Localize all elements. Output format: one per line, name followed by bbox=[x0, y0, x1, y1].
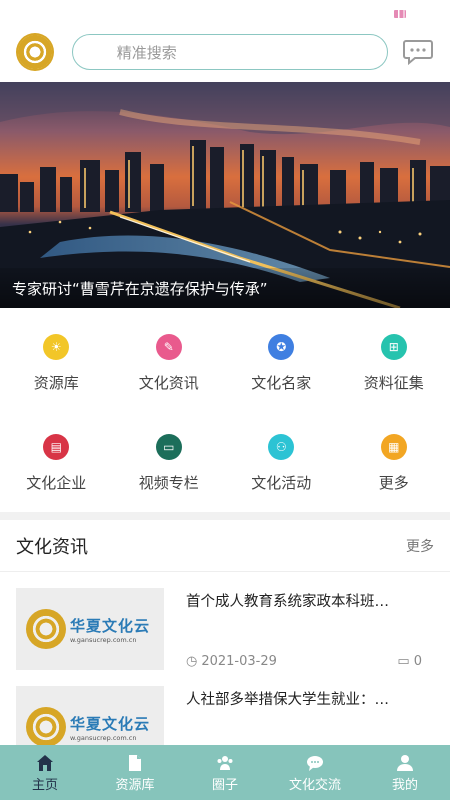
thumbnail-brand-name: 华夏文化云 bbox=[70, 616, 151, 635]
document-icon: ▤ bbox=[43, 434, 70, 460]
news-thumbnail: 华夏文化云 w.gansucrep.com.cn bbox=[16, 588, 164, 670]
grid-label: 文化活动 bbox=[251, 474, 312, 492]
bottom-tab-bar: 主页 资源库 圈子 文化交流 我的 bbox=[0, 745, 450, 800]
sun-icon: ☀ bbox=[43, 334, 70, 360]
news-section-title: 文化资讯 bbox=[16, 536, 88, 558]
banner-carousel[interactable]: 专家研讨“曹雪芹在京遗存保护与传承” bbox=[0, 82, 450, 308]
news-item-comments: 0 bbox=[413, 654, 422, 669]
tab-label: 我的 bbox=[391, 778, 418, 793]
tab-circle[interactable]: 圈子 bbox=[180, 745, 270, 800]
header: 精准搜索 bbox=[0, 22, 450, 82]
news-item-title: 首个成人教育系统家政本科班… bbox=[186, 594, 389, 610]
status-indicator-icon bbox=[394, 10, 406, 18]
medal-icon: ✪ bbox=[268, 334, 295, 360]
tab-label: 文化交流 bbox=[288, 778, 341, 793]
grid-item-culture-enterprise[interactable]: ▤ 文化企业 bbox=[0, 418, 113, 518]
section-divider bbox=[0, 512, 450, 520]
thumbnail-brand-name: 华夏文化云 bbox=[70, 714, 151, 733]
feature-grid: ☀ 资源库 ✎ 文化资讯 ✪ 文化名家 ⊞ 资料征集 ▤ 文化企业 ▭ 视频专栏… bbox=[0, 318, 450, 518]
user-icon bbox=[396, 752, 414, 774]
grid-item-culture-activities[interactable]: ⚇ 文化活动 bbox=[225, 418, 338, 518]
file-icon bbox=[126, 752, 144, 774]
grid-icon: ▦ bbox=[380, 434, 407, 460]
status-bar bbox=[0, 0, 450, 22]
grid-label: 更多 bbox=[378, 474, 409, 492]
news-list-item[interactable]: 华夏文化云 w.gansucrep.com.cn 首个成人教育系统家政本科班… … bbox=[0, 588, 450, 688]
clock-icon: ◷ bbox=[186, 654, 198, 669]
news-item-title: 人社部多举措保大学生就业：… bbox=[186, 692, 389, 708]
banner-caption: 专家研讨“曹雪芹在京遗存保护与传承” bbox=[0, 268, 450, 308]
brand-logo-icon bbox=[26, 609, 66, 649]
brand-logo-icon bbox=[26, 707, 66, 747]
grid-label: 文化名家 bbox=[251, 374, 312, 392]
news-item-date: 2021-03-29 bbox=[201, 654, 277, 669]
comment-icon: ▭ bbox=[397, 654, 410, 669]
message-icon[interactable] bbox=[402, 39, 434, 66]
grid-label: 资源库 bbox=[33, 374, 79, 392]
search-input[interactable]: 精准搜索 bbox=[71, 34, 388, 70]
home-icon bbox=[36, 752, 54, 774]
grid-item-material-collection[interactable]: ⊞ 资料征集 bbox=[338, 318, 450, 418]
grid-label: 资料征集 bbox=[363, 374, 424, 392]
news-item-meta: ◷ 2021-03-29 ▭ 0 bbox=[186, 654, 422, 669]
grid-label: 视频专栏 bbox=[138, 474, 199, 492]
grid-item-culture-news[interactable]: ✎ 文化资讯 bbox=[113, 318, 226, 418]
tab-label: 资源库 bbox=[115, 778, 155, 793]
grid-item-resource-library[interactable]: ☀ 资源库 bbox=[0, 318, 113, 418]
edit-icon: ✎ bbox=[155, 334, 182, 360]
tab-resource-library[interactable]: 资源库 bbox=[90, 745, 180, 800]
grid-item-more[interactable]: ▦ 更多 bbox=[338, 418, 450, 518]
tab-culture-exchange[interactable]: 文化交流 bbox=[270, 745, 360, 800]
tab-mine[interactable]: 我的 bbox=[360, 745, 450, 800]
collect-icon: ⊞ bbox=[380, 334, 407, 360]
tab-label: 圈子 bbox=[211, 778, 238, 793]
app-root: 精准搜索 专家研讨“曹雪芹在京遗存保护与传承” ☀ 资源库 ✎ 文化资讯 ✪ 文… bbox=[0, 0, 450, 800]
search-placeholder: 精准搜索 bbox=[116, 43, 177, 62]
grid-label: 文化资讯 bbox=[138, 374, 199, 392]
thumbnail-brand-url: w.gansucrep.com.cn bbox=[70, 733, 137, 742]
grid-label: 文化企业 bbox=[26, 474, 87, 492]
news-section-header: 文化资讯 更多 bbox=[0, 520, 450, 572]
grid-item-video-column[interactable]: ▭ 视频专栏 bbox=[113, 418, 226, 518]
news-more-link[interactable]: 更多 bbox=[406, 536, 434, 556]
grid-item-culture-masters[interactable]: ✪ 文化名家 bbox=[225, 318, 338, 418]
chat-icon bbox=[306, 752, 324, 774]
group-icon bbox=[216, 752, 234, 774]
video-icon: ▭ bbox=[155, 434, 182, 460]
thumbnail-brand-url: w.gansucrep.com.cn bbox=[70, 635, 137, 644]
tab-home[interactable]: 主页 bbox=[0, 745, 90, 800]
app-logo-icon bbox=[16, 33, 54, 71]
tab-label: 主页 bbox=[31, 778, 58, 793]
people-icon: ⚇ bbox=[268, 434, 295, 460]
